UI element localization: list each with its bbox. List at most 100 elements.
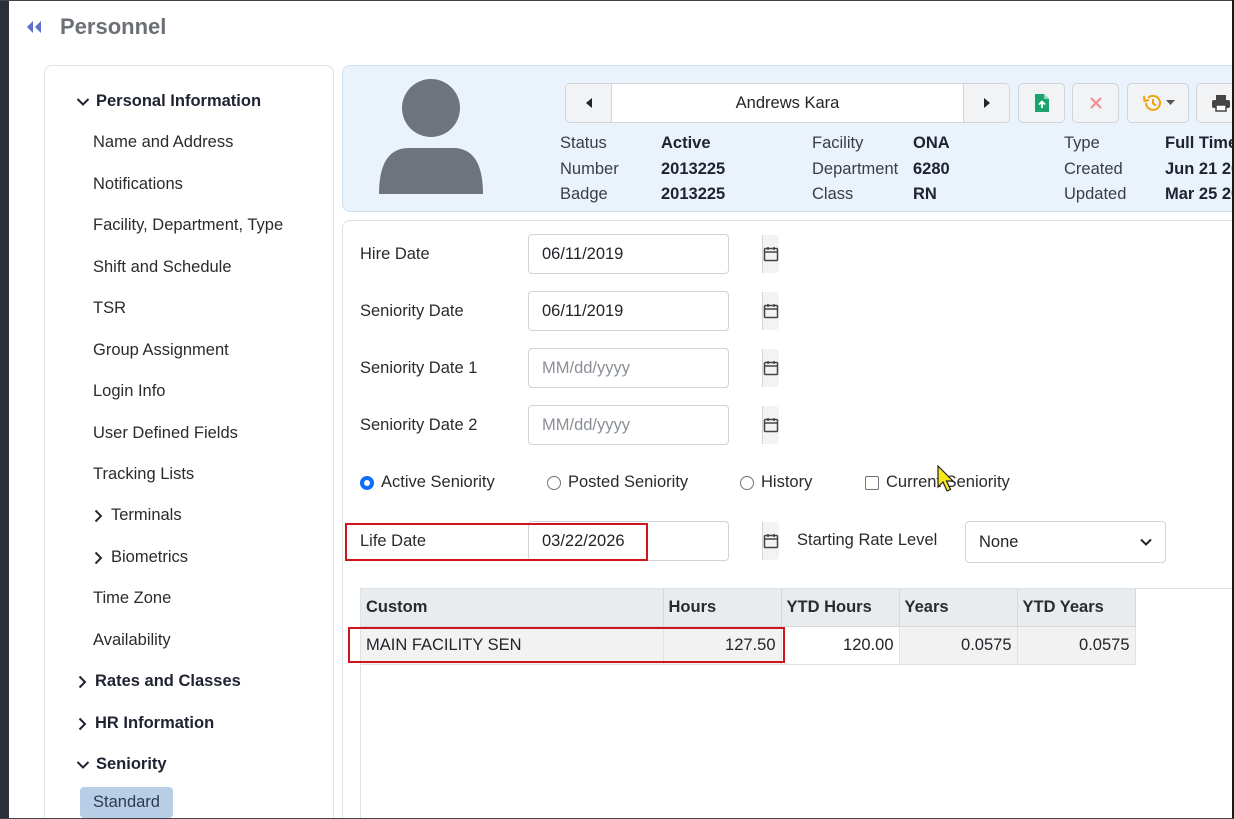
table-row[interactable]: MAIN FACILITY SEN 127.50 120.00 0.0575 0…	[361, 626, 1136, 665]
column-header-years[interactable]: Years	[899, 589, 1018, 627]
column-header-ytd-hours[interactable]: YTD Hours	[781, 589, 900, 627]
delete-button[interactable]	[1072, 83, 1119, 123]
printer-icon	[1212, 95, 1230, 112]
sidebar-section-label: HR Information	[95, 714, 215, 732]
page-title: Personnel	[60, 14, 167, 39]
sidebar-item-tsr[interactable]: TSR	[93, 299, 126, 318]
hire-date-label: Hire Date	[360, 245, 430, 263]
sidebar-item-biometrics[interactable]: Biometrics	[91, 548, 188, 567]
sidebar-item-group-assignment[interactable]: Group Assignment	[93, 341, 229, 360]
radio-unselected-icon	[547, 475, 561, 490]
sidebar-item-facility-department-type[interactable]: Facility, Department, Type	[93, 216, 283, 235]
seniority-date-1-input[interactable]	[529, 349, 762, 387]
hire-date-input[interactable]	[529, 235, 762, 273]
radio-label: Active Seniority	[381, 473, 495, 491]
radio-unselected-icon	[740, 475, 754, 490]
employee-header-card: Andrews Kara Status Active Number 201322…	[342, 65, 1234, 212]
seniority-date-1-label: Seniority Date 1	[360, 359, 478, 377]
chevron-down-icon	[1140, 538, 1152, 546]
sidebar-item-terminals[interactable]: Terminals	[91, 506, 182, 525]
next-employee-button[interactable]	[963, 84, 1009, 122]
sidebar-item-shift-and-schedule[interactable]: Shift and Schedule	[93, 258, 232, 277]
calendar-icon[interactable]	[762, 406, 779, 444]
export-button[interactable]	[1018, 83, 1065, 123]
history-dropdown-button[interactable]	[1127, 83, 1189, 123]
column-header-ytd-years[interactable]: YTD Years	[1017, 589, 1136, 627]
sidebar-item-name-and-address[interactable]: Name and Address	[93, 133, 233, 152]
column-header-hours[interactable]: Hours	[663, 589, 782, 627]
life-date-field	[528, 521, 779, 561]
avatar	[379, 79, 483, 194]
starting-rate-level-select[interactable]: None	[965, 521, 1166, 563]
caret-right-icon	[983, 98, 990, 108]
caret-left-icon	[585, 98, 592, 108]
collapse-double-chevron-icon[interactable]	[24, 17, 44, 37]
sidebar-item-user-defined-fields[interactable]: User Defined Fields	[93, 424, 238, 443]
number-value: 2013225	[661, 160, 726, 178]
calendar-icon[interactable]	[762, 292, 779, 330]
class-value: RN	[913, 185, 937, 203]
seniority-date-2-field	[528, 405, 779, 445]
sidebar-section-seniority[interactable]: Seniority	[76, 755, 167, 774]
sidebar-section-personal-information[interactable]: Personal Information	[76, 92, 261, 111]
table-cell-ytd-years: 0.0575	[1017, 626, 1136, 665]
history-radio[interactable]: History	[740, 473, 812, 492]
file-upload-icon	[1034, 94, 1049, 112]
print-button[interactable]	[1196, 83, 1234, 123]
type-value: Full Time	[1165, 134, 1234, 152]
calendar-icon[interactable]	[762, 522, 779, 560]
previous-employee-button[interactable]	[566, 84, 612, 122]
employee-name: Andrews Kara	[735, 93, 840, 112]
seniority-date-label: Seniority Date	[360, 302, 464, 320]
employee-navigator: Andrews Kara	[565, 83, 1010, 123]
seniority-date-input[interactable]	[529, 292, 762, 330]
calendar-icon[interactable]	[762, 235, 779, 273]
sidebar-item-label: Terminals	[111, 506, 182, 524]
sidebar-section-hr-information[interactable]: HR Information	[75, 714, 214, 733]
life-date-input[interactable]	[529, 522, 762, 560]
hire-date-field	[528, 234, 779, 274]
sidebar-section-rates-and-classes[interactable]: Rates and Classes	[75, 672, 241, 691]
sidebar-item-tracking-lists[interactable]: Tracking Lists	[93, 465, 194, 484]
life-date-label: Life Date	[360, 532, 427, 550]
status-label: Status	[560, 134, 607, 152]
chevron-right-icon	[91, 551, 105, 565]
mouse-cursor-icon	[937, 465, 955, 492]
radio-label: History	[761, 473, 813, 491]
select-value: None	[979, 532, 1019, 551]
department-label: Department	[812, 160, 899, 178]
calendar-icon[interactable]	[762, 349, 779, 387]
active-seniority-radio[interactable]: Active Seniority	[360, 473, 495, 492]
seniority-date-2-input[interactable]	[529, 406, 762, 444]
facility-value: ONA	[913, 134, 950, 152]
type-label: Type	[1064, 134, 1100, 152]
radio-label: Posted Seniority	[568, 473, 689, 491]
table-cell-custom: MAIN FACILITY SEN	[361, 626, 664, 665]
badge-value: 2013225	[661, 185, 726, 203]
sidebar-section-label: Seniority	[96, 755, 167, 773]
chevron-down-icon	[76, 95, 90, 109]
chevron-right-icon	[75, 717, 89, 731]
seniority-date-field	[528, 291, 779, 331]
sidebar-item-notifications[interactable]: Notifications	[93, 175, 183, 194]
updated-label: Updated	[1064, 185, 1127, 203]
column-header-custom[interactable]: Custom	[361, 589, 664, 627]
caret-down-icon	[1166, 100, 1175, 105]
sidebar-item-standard[interactable]: Standard	[80, 787, 173, 818]
seniority-table: Custom Hours YTD Hours Years YTD Years M…	[361, 589, 1136, 665]
window-left-edge	[0, 0, 9, 819]
number-label: Number	[560, 160, 619, 178]
seniority-date-2-label: Seniority Date 2	[360, 416, 478, 434]
status-value: Active	[661, 134, 711, 152]
sidebar-item-availability[interactable]: Availability	[93, 631, 171, 650]
created-label: Created	[1064, 160, 1123, 178]
table-cell-years: 0.0575	[899, 626, 1018, 665]
frame-top-border	[0, 0, 1234, 1]
chevron-down-icon	[76, 758, 90, 772]
table-cell-ytd-hours: 120.00	[781, 626, 900, 665]
posted-seniority-radio[interactable]: Posted Seniority	[547, 473, 688, 492]
sidebar-item-time-zone[interactable]: Time Zone	[93, 589, 171, 608]
department-value: 6280	[913, 160, 950, 178]
sidebar-item-login-info[interactable]: Login Info	[93, 382, 165, 401]
class-label: Class	[812, 185, 854, 203]
